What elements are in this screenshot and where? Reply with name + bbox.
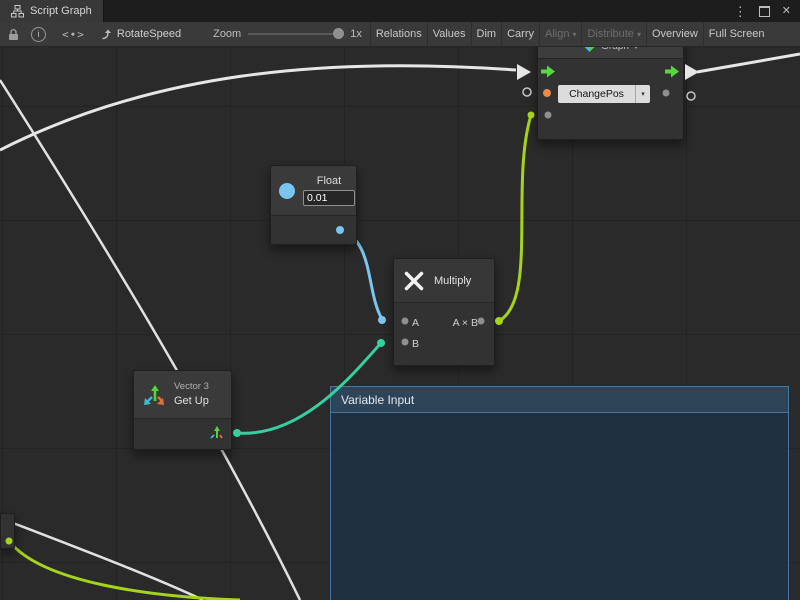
maximize-icon[interactable] xyxy=(759,6,770,17)
result-wire-endpoint[interactable] xyxy=(528,112,535,119)
wire-flow-out[interactable] xyxy=(697,54,800,72)
float-literal-node[interactable]: Float xyxy=(270,165,357,245)
multiply-icon xyxy=(404,271,424,291)
float-node-title: Float xyxy=(317,175,341,187)
float-type-icon xyxy=(279,183,295,199)
float-node-ports xyxy=(271,216,356,244)
vector3-node-ports xyxy=(134,419,231,449)
float-node-header: Float xyxy=(271,166,356,216)
zoom-slider-handle[interactable] xyxy=(333,28,344,39)
variable-input-group[interactable]: Variable Input xyxy=(330,386,789,600)
zoom-slider[interactable] xyxy=(248,27,344,41)
multiply-node-title: Multiply xyxy=(434,275,471,287)
lock-icon[interactable] xyxy=(8,28,19,41)
window-tab-bar: Script Graph ⋮ ✕ xyxy=(0,0,800,22)
vector3-node-title: Get Up xyxy=(174,394,209,408)
multiply-node[interactable]: Multiply A A × B B xyxy=(393,258,495,366)
multiply-a-endpoint[interactable] xyxy=(378,316,386,324)
multiply-node-header: Multiply xyxy=(394,259,494,303)
port-out-label: A × B xyxy=(453,317,478,329)
open-port-right[interactable] xyxy=(687,92,695,100)
open-port-left[interactable] xyxy=(523,88,531,96)
info-icon[interactable]: i xyxy=(31,27,46,42)
dim-button[interactable]: Dim xyxy=(471,22,502,46)
float-value-input[interactable] xyxy=(303,190,355,206)
wire-bottom-green[interactable] xyxy=(9,541,240,600)
graph-asset-icon xyxy=(101,28,112,40)
relations-button[interactable]: Relations xyxy=(370,22,427,46)
set-variable-node[interactable]: Graph ▾ ChangePos ▾ xyxy=(537,34,684,140)
script-graph-window: Variable Input Graph ▾ ChangePos ▾ Flo xyxy=(0,0,800,600)
vector3-output-port[interactable] xyxy=(208,425,224,441)
zoom-value: 1x xyxy=(350,28,362,40)
tab-script-graph[interactable]: Script Graph xyxy=(0,0,104,22)
carry-button[interactable]: Carry xyxy=(501,22,539,46)
flow-arrowhead-in[interactable] xyxy=(517,64,531,80)
variable-name-dropdown[interactable]: ChangePos ▾ xyxy=(558,85,650,103)
script-graph-tab-icon xyxy=(11,5,24,18)
multiply-output-endpoint[interactable] xyxy=(495,317,503,325)
chevron-down-icon: ▾ xyxy=(572,30,576,39)
chevron-down-icon: ▾ xyxy=(637,30,641,39)
wire-diagonal[interactable] xyxy=(0,80,300,600)
graph-toolbar: i <∙> RotateSpeed Zoom 1x Relations Valu… xyxy=(0,22,800,47)
full-screen-button[interactable]: Full Screen xyxy=(703,22,770,46)
window-menu-icon[interactable]: ⋮ xyxy=(734,5,747,18)
flow-in-port[interactable] xyxy=(541,64,556,79)
group-title: Variable Input xyxy=(341,393,414,407)
wire-bottom-white[interactable] xyxy=(0,518,203,600)
zoom-slider-track[interactable] xyxy=(248,33,344,35)
zoom-label: Zoom xyxy=(213,28,241,40)
wire-multiply-to-setvariable[interactable] xyxy=(499,115,531,321)
tab-title: Script Graph xyxy=(30,5,92,17)
graph-asset-name[interactable]: RotateSpeed xyxy=(117,28,181,40)
flow-out-port[interactable] xyxy=(665,64,680,79)
chevron-down-icon: ▾ xyxy=(635,85,650,103)
distribute-button[interactable]: Distribute▾ xyxy=(581,22,645,46)
port-b-label: B xyxy=(412,338,419,350)
connections-icon[interactable]: <∙> xyxy=(62,28,85,41)
port-a-label: A xyxy=(412,317,419,329)
align-button[interactable]: Align▾ xyxy=(539,22,581,46)
overview-button[interactable]: Overview xyxy=(646,22,703,46)
vector3-type-label: Vector 3 xyxy=(174,381,209,393)
group-header[interactable]: Variable Input xyxy=(331,387,788,413)
variable-name-label: ChangePos xyxy=(558,85,635,103)
vector3-node-header: Vector 3 Get Up xyxy=(134,371,231,419)
vector3-output-endpoint[interactable] xyxy=(233,429,241,437)
wire-flow-in[interactable] xyxy=(0,66,516,150)
offscreen-node-stub[interactable] xyxy=(0,513,15,549)
values-button[interactable]: Values xyxy=(427,22,471,46)
multiply-b-endpoint[interactable] xyxy=(377,339,385,347)
vector3-get-up-node[interactable]: Vector 3 Get Up xyxy=(133,370,232,450)
close-icon[interactable]: ✕ xyxy=(782,6,791,17)
vector3-icon xyxy=(142,383,166,407)
flow-arrowhead-out[interactable] xyxy=(685,64,699,80)
